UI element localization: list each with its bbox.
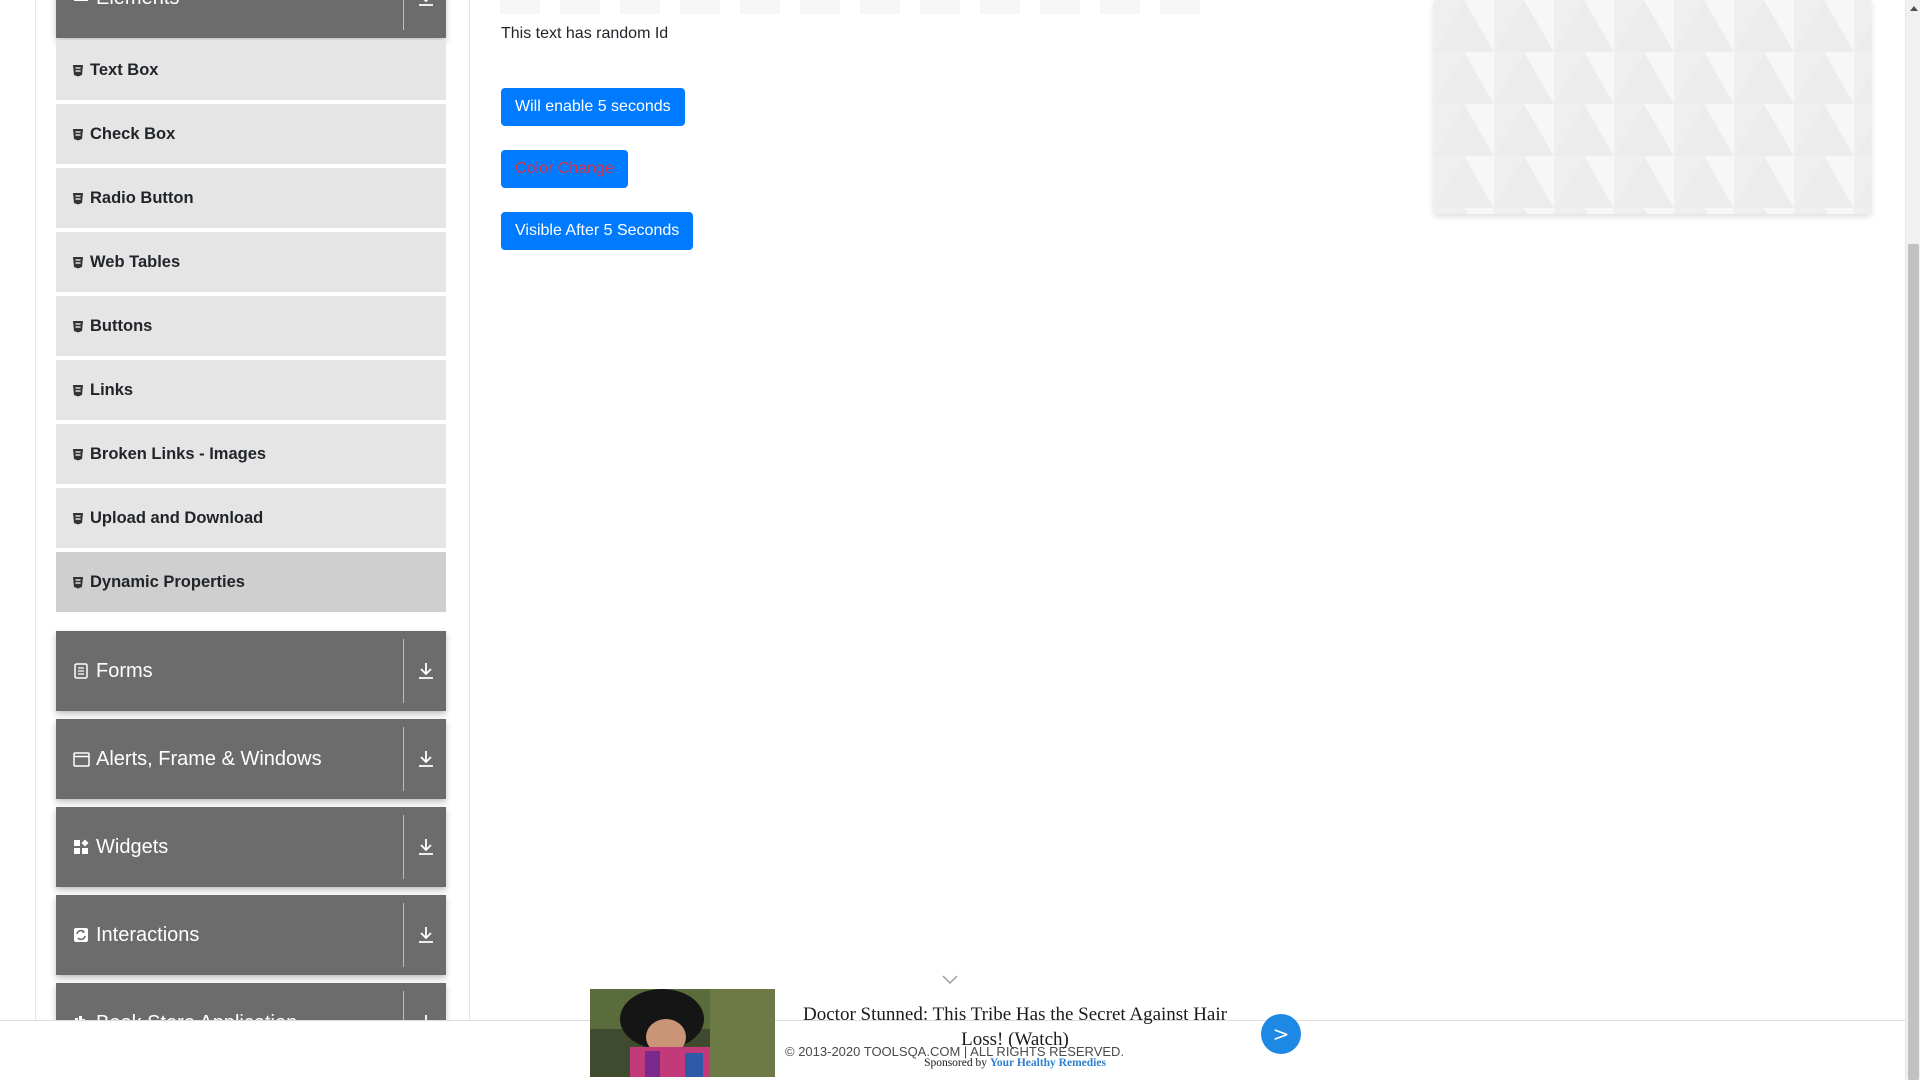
ad-sponsored-prefix: Sponsored by	[924, 1057, 987, 1069]
sidebar-group-title: Widgets	[72, 807, 168, 887]
sidebar-group-title: Elements	[72, 0, 179, 38]
scrollbar-thumb[interactable]	[1908, 244, 1919, 1080]
scroll-up-arrow-icon[interactable]	[1906, 0, 1920, 15]
widgets-icon	[72, 838, 90, 856]
sidebar-item-dynamic-properties[interactable]: Dynamic Properties	[56, 552, 446, 614]
sidebar-item-text-box[interactable]: Text Box	[56, 40, 446, 102]
ad-sponsor-line: Sponsored by Your Healthy Remedies	[780, 1057, 1250, 1069]
vertical-scrollbar[interactable]	[1905, 0, 1920, 1080]
download-arrow-icon[interactable]	[418, 0, 434, 38]
ad-next-button[interactable]: >	[1261, 1014, 1301, 1054]
sidebar-item-broken-links[interactable]: Broken Links - Images	[56, 424, 446, 486]
item-icon	[71, 127, 85, 141]
sidebar-item-label: Buttons	[90, 316, 153, 335]
item-icon	[71, 191, 85, 205]
item-icon	[71, 447, 85, 461]
item-icon	[71, 255, 85, 269]
divider	[403, 727, 404, 791]
sidebar-item-check-box[interactable]: Check Box	[56, 104, 446, 166]
download-arrow-icon[interactable]	[418, 895, 434, 975]
sidebar-item-upload-download[interactable]: Upload and Download	[56, 488, 446, 550]
divider	[403, 903, 404, 967]
sidebar-group-elements-label: Elements	[96, 0, 179, 10]
sidebar-group-interactions[interactable]: Interactions	[56, 895, 446, 975]
enable-after-button[interactable]: Will enable 5 seconds	[501, 88, 685, 126]
sidebar-item-label: Upload and Download	[90, 508, 264, 527]
interactions-icon	[72, 926, 90, 944]
sidebar-group-title: Alerts, Frame & Windows	[72, 719, 322, 799]
item-icon	[71, 319, 85, 333]
divider	[403, 639, 404, 703]
sidebar-group-title: Interactions	[72, 895, 199, 975]
item-icon	[71, 383, 85, 397]
sidebar-group-forms[interactable]: Forms	[56, 631, 446, 711]
sidebar-item-label: Dynamic Properties	[90, 572, 245, 591]
ad-banner[interactable]	[1434, 0, 1871, 214]
sidebar-group-widgets[interactable]: Widgets	[56, 807, 446, 887]
sidebar-item-links[interactable]: Links	[56, 360, 446, 422]
sidebar-item-label: Check Box	[90, 124, 176, 143]
sidebar-group-title: Forms	[72, 631, 153, 711]
color-change-button[interactable]: Color Change	[501, 150, 628, 188]
sidebar-item-label: Broken Links - Images	[90, 444, 267, 463]
random-id-text: This text has random Id	[501, 25, 669, 42]
download-arrow-icon[interactable]	[418, 807, 434, 887]
window-icon	[72, 750, 90, 768]
ad-headline[interactable]: Doctor Stunned: This Tribe Has the Secre…	[780, 1002, 1250, 1052]
sidebar-item-web-tables[interactable]: Web Tables	[56, 232, 446, 294]
download-arrow-icon[interactable]	[418, 631, 434, 711]
document-icon	[72, 662, 90, 680]
sidebar-group-forms-label: Forms	[96, 659, 153, 682]
sidebar-group-interactions-label: Interactions	[96, 923, 200, 946]
sidebar-item-label: Radio Button	[90, 188, 194, 207]
divider	[403, 0, 404, 30]
scrolled-off-heading	[500, 0, 1200, 14]
ad-pattern-image	[1434, 0, 1871, 214]
sidebar-group-alerts-label: Alerts, Frame & Windows	[96, 747, 322, 770]
sidebar-item-label: Text Box	[90, 60, 159, 79]
sidebar-group-widgets-label: Widgets	[96, 835, 169, 858]
divider	[403, 815, 404, 879]
elements-icon	[72, 0, 90, 7]
visible-after-button[interactable]: Visible After 5 Seconds	[501, 212, 694, 250]
sidebar-item-buttons[interactable]: Buttons	[56, 296, 446, 358]
sidebar-group-elements[interactable]: Elements	[56, 0, 446, 38]
sidebar-group-alerts[interactable]: Alerts, Frame & Windows	[56, 719, 446, 799]
item-icon	[71, 511, 85, 525]
ad-thumbnail-image[interactable]	[590, 989, 775, 1077]
download-arrow-icon[interactable]	[418, 719, 434, 799]
ad-sponsor-link[interactable]: Your Healthy Remedies	[990, 1057, 1106, 1069]
chevron-down-icon[interactable]	[942, 972, 958, 990]
item-icon	[71, 63, 85, 77]
sidebar-item-radio-button[interactable]: Radio Button	[56, 168, 446, 230]
item-icon	[71, 575, 85, 589]
sidebar-item-label: Web Tables	[90, 252, 181, 271]
sidebar-item-label: Links	[90, 380, 134, 399]
